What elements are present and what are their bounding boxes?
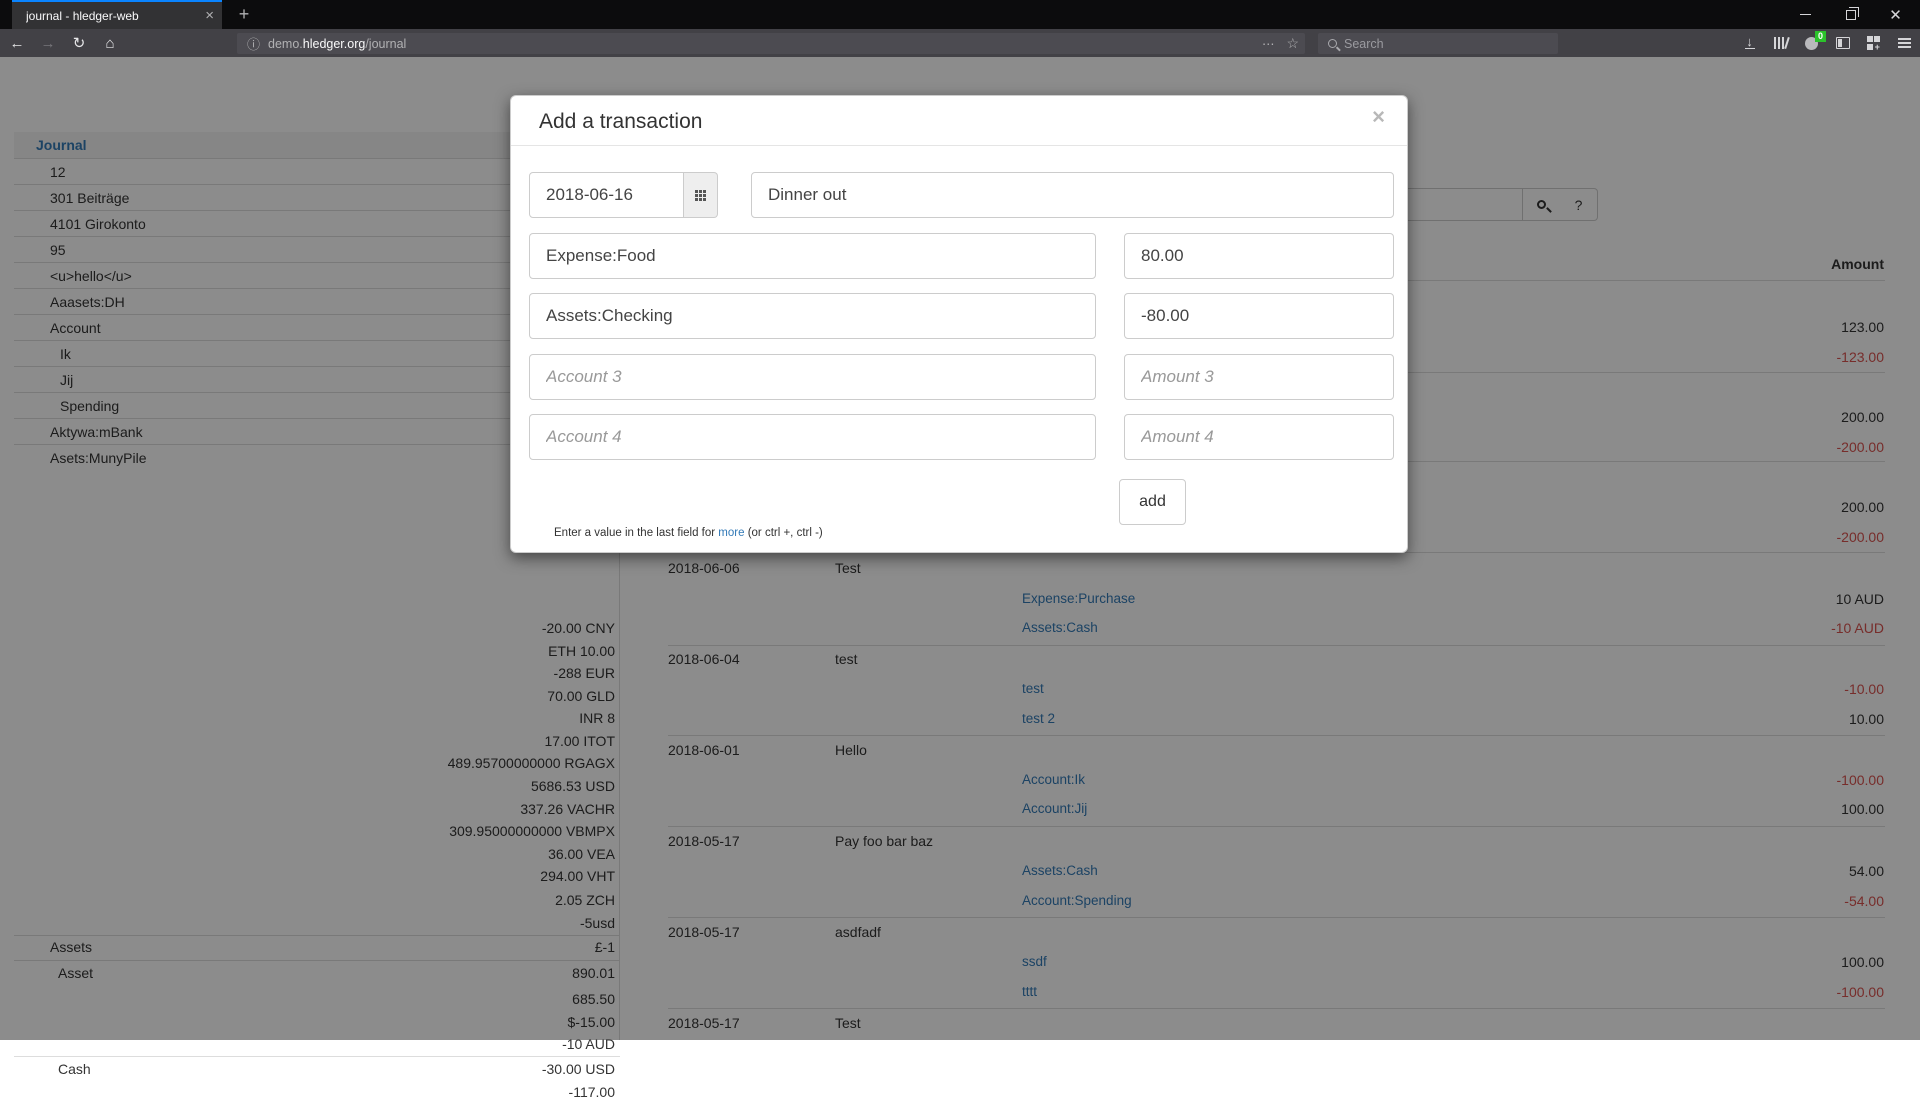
balance-amount: -117.00 <box>315 1081 615 1103</box>
downloads-button[interactable]: ↓ <box>1734 29 1765 57</box>
browser-search-input[interactable] <box>1344 37 1524 51</box>
minimize-icon <box>1800 14 1811 15</box>
menu-button[interactable] <box>1889 29 1920 57</box>
hamburger-icon <box>1898 38 1911 48</box>
sidebar-account[interactable]: Cash <box>58 1058 91 1081</box>
calendar-grid-icon <box>695 190 706 201</box>
amount-2-input[interactable] <box>1124 293 1394 339</box>
amount-1-input[interactable] <box>1124 233 1394 279</box>
sidebar-toggle-button[interactable] <box>1827 29 1858 57</box>
download-icon: ↓ <box>1745 37 1755 50</box>
browser-tab[interactable]: journal - hledger-web × <box>12 0 222 29</box>
modal-close-icon[interactable]: × <box>1372 104 1385 130</box>
extension-badge: 0 <box>1815 31 1826 42</box>
add-transaction-modal: Add a transaction × add Enter a value in… <box>510 95 1408 553</box>
sidebar-icon <box>1836 37 1850 49</box>
modal-title: Add a transaction <box>539 110 702 134</box>
window-close-button[interactable]: ✕ <box>1873 0 1918 29</box>
date-picker-button[interactable] <box>684 172 718 218</box>
site-info-icon[interactable]: ⓘ <box>247 34 260 53</box>
tab-bar: journal - hledger-web × + ✕ <box>0 0 1920 29</box>
extension-button[interactable]: 0 <box>1796 29 1827 57</box>
add-button[interactable]: add <box>1119 479 1186 525</box>
home-button[interactable]: ⌂ <box>95 29 125 57</box>
new-tab-button[interactable]: + <box>232 3 256 27</box>
reload-button[interactable]: ↻ <box>64 29 94 57</box>
row-divider <box>14 1056 620 1057</box>
page-actions-icon[interactable]: ⋯ <box>1262 36 1275 51</box>
amount-4-input[interactable] <box>1124 414 1394 460</box>
account-4-input[interactable] <box>529 414 1096 460</box>
restore-icon <box>1846 10 1856 20</box>
browser-search-box[interactable] <box>1318 33 1558 54</box>
grid-plus-icon: + <box>1867 36 1881 50</box>
back-button[interactable]: ← <box>2 29 32 57</box>
search-icon <box>1328 39 1337 48</box>
window-minimize-button[interactable] <box>1783 0 1828 29</box>
url-bar[interactable]: ⓘ demo.hledger.org/journal ⋯ ☆ <box>237 33 1305 54</box>
library-icon <box>1774 37 1788 49</box>
activity-button[interactable]: + <box>1858 29 1889 57</box>
account-1-input[interactable] <box>529 233 1096 279</box>
modal-header-divider <box>511 145 1407 146</box>
description-input[interactable] <box>751 172 1394 218</box>
account-2-input[interactable] <box>529 293 1096 339</box>
forward-button[interactable]: → <box>33 29 63 57</box>
balance-amount: -30.00 USD <box>315 1058 615 1080</box>
window-restore-button[interactable] <box>1828 0 1873 29</box>
bookmark-star-icon[interactable]: ☆ <box>1286 35 1299 52</box>
library-button[interactable] <box>1765 29 1796 57</box>
date-input[interactable] <box>529 172 684 218</box>
tab-title: journal - hledger-web <box>26 9 205 23</box>
more-link[interactable]: more <box>718 527 744 539</box>
url-text: demo.hledger.org/journal <box>268 37 406 51</box>
tab-close-icon[interactable]: × <box>205 8 214 23</box>
account-3-input[interactable] <box>529 354 1096 400</box>
amount-3-input[interactable] <box>1124 354 1394 400</box>
browser-toolbar: ← → ↻ ⌂ ⓘ demo.hledger.org/journal ⋯ ☆ ↓… <box>0 29 1920 57</box>
modal-footer-hint: Enter a value in the last field for more… <box>554 527 823 539</box>
